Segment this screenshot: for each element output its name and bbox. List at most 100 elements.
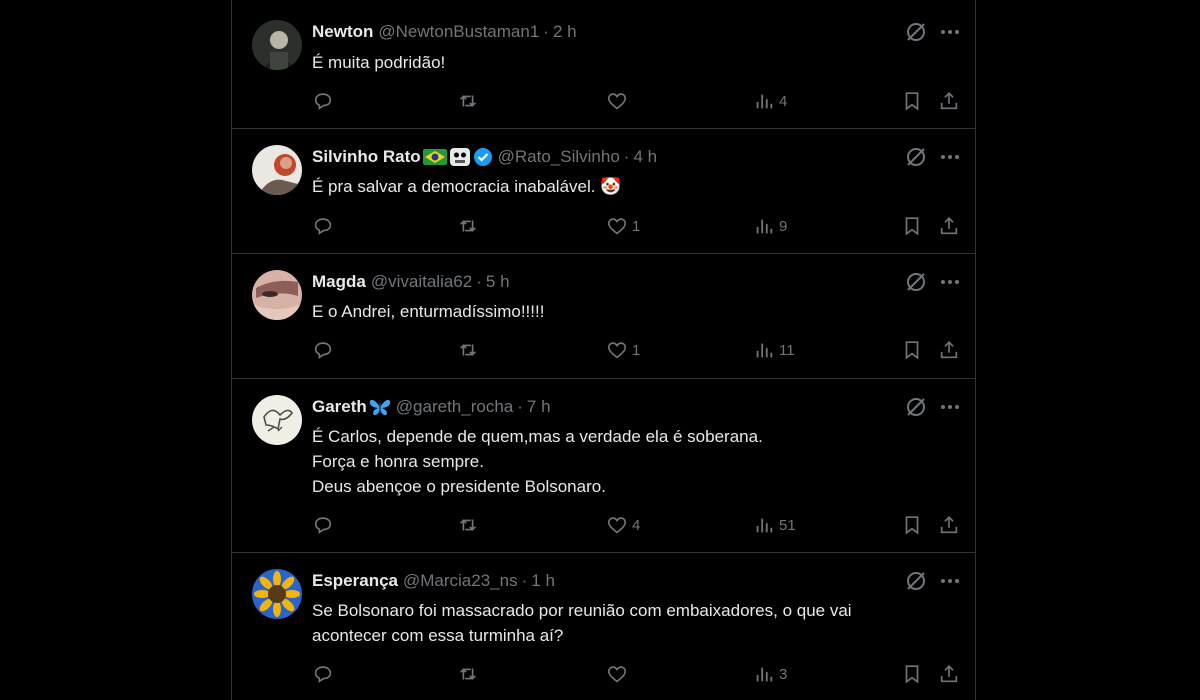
author-name[interactable]: Magda: [312, 272, 366, 292]
retweet-icon: [457, 215, 479, 237]
verified-badge-icon[interactable]: [473, 147, 493, 167]
action-bar: 4 51: [312, 513, 962, 537]
grok-icon[interactable]: [904, 395, 928, 419]
view-count: 9: [779, 217, 788, 235]
retweet-icon: [457, 339, 479, 361]
reply-icon: [312, 514, 334, 536]
reply-button[interactable]: [312, 89, 338, 113]
tweet-time[interactable]: 7 h: [527, 397, 551, 417]
tweet-text: É muita podridão!: [312, 50, 952, 75]
retweet-icon: [457, 90, 479, 112]
author-handle[interactable]: @vivaitalia62: [371, 272, 472, 292]
author-name[interactable]: Gareth: [312, 397, 367, 417]
reply-icon: [312, 90, 334, 112]
reply-icon: [312, 215, 334, 237]
more-icon[interactable]: [938, 20, 962, 44]
retweet-button[interactable]: [457, 89, 483, 113]
views-button[interactable]: 3: [753, 662, 787, 686]
author-name[interactable]: Silvinho Rato: [312, 147, 421, 167]
views-icon: [753, 339, 775, 361]
share-button[interactable]: [938, 662, 960, 686]
action-bar: 3: [312, 662, 962, 686]
author-name[interactable]: Esperança: [312, 571, 398, 591]
avatar[interactable]: [252, 569, 302, 619]
reply-button[interactable]: [312, 513, 338, 537]
like-count: 1: [632, 341, 641, 359]
author-name[interactable]: Newton: [312, 22, 373, 42]
author-handle[interactable]: @Rato_Silvinho: [498, 147, 620, 167]
share-icon: [938, 514, 960, 536]
like-button[interactable]: 4: [606, 513, 640, 537]
share-button[interactable]: [938, 214, 960, 238]
bookmark-icon: [901, 90, 923, 112]
tweet[interactable]: Esperança @Marcia23_ns · 1 h Se Bolsonar…: [232, 553, 975, 700]
tweet-text-line: É Carlos, depende de quem,mas a verdade …: [312, 427, 763, 446]
butterfly-icon: [369, 397, 391, 417]
avatar[interactable]: [252, 395, 302, 445]
tweet-time[interactable]: 2 h: [553, 22, 577, 42]
bookmark-button[interactable]: [901, 513, 923, 537]
views-button[interactable]: 9: [753, 214, 787, 238]
tweet[interactable]: Silvinho Rato @Rato_Silvinho · 4 h É pra…: [232, 129, 975, 254]
views-button[interactable]: 4: [753, 89, 787, 113]
share-icon: [938, 663, 960, 685]
share-button[interactable]: [938, 513, 960, 537]
avatar[interactable]: [252, 270, 302, 320]
bookmark-button[interactable]: [901, 662, 923, 686]
bookmark-button[interactable]: [901, 89, 923, 113]
like-button[interactable]: 1: [606, 338, 640, 362]
tweet-text-line: É pra salvar a democracia inabalável. 🤡: [312, 177, 622, 196]
skull-emblem-icon: [449, 147, 471, 167]
author-handle[interactable]: @NewtonBustaman1: [378, 22, 539, 42]
dot-separator: ·: [517, 397, 523, 416]
retweet-button[interactable]: [457, 214, 483, 238]
share-button[interactable]: [938, 338, 960, 362]
tweet-text-line: Se Bolsonaro foi massacrado por reunião …: [312, 601, 852, 620]
bookmark-button[interactable]: [901, 214, 923, 238]
retweet-button[interactable]: [457, 662, 483, 686]
grok-icon[interactable]: [904, 569, 928, 593]
dot-separator: ·: [543, 22, 549, 41]
tweet[interactable]: Magda @vivaitalia62 · 5 h E o Andrei, en…: [232, 254, 975, 379]
tweet-text: Se Bolsonaro foi massacrado por reunião …: [312, 598, 952, 648]
grok-icon[interactable]: [904, 20, 928, 44]
tweet-text-line: acontecer com essa turminha aí?: [312, 626, 564, 645]
reply-button[interactable]: [312, 338, 338, 362]
more-icon[interactable]: [938, 569, 962, 593]
reply-button[interactable]: [312, 214, 338, 238]
avatar[interactable]: [252, 20, 302, 70]
author-handle[interactable]: @Marcia23_ns: [403, 571, 518, 591]
retweet-button[interactable]: [457, 513, 483, 537]
more-icon[interactable]: [938, 395, 962, 419]
views-button[interactable]: 11: [753, 338, 795, 362]
avatar[interactable]: [252, 145, 302, 195]
grok-icon[interactable]: [904, 270, 928, 294]
retweet-button[interactable]: [457, 338, 483, 362]
reply-button[interactable]: [312, 662, 338, 686]
tweet-time[interactable]: 5 h: [486, 272, 510, 292]
author-handle[interactable]: @gareth_rocha: [396, 397, 513, 417]
views-icon: [753, 663, 775, 685]
like-icon: [606, 215, 628, 237]
like-button[interactable]: [606, 662, 632, 686]
tweet-time[interactable]: 1 h: [531, 571, 555, 591]
views-icon: [753, 90, 775, 112]
bookmark-icon: [901, 339, 923, 361]
dot-separator: ·: [623, 147, 630, 166]
share-button[interactable]: [938, 89, 960, 113]
like-icon: [606, 663, 628, 685]
bookmark-button[interactable]: [901, 338, 923, 362]
like-count: 4: [632, 516, 641, 534]
tweet-time[interactable]: 4 h: [633, 147, 657, 167]
like-button[interactable]: 1: [606, 214, 640, 238]
share-icon: [938, 339, 960, 361]
grok-icon[interactable]: [904, 145, 928, 169]
more-icon[interactable]: [938, 145, 962, 169]
reply-icon: [312, 339, 334, 361]
views-button[interactable]: 51: [753, 513, 796, 537]
like-button[interactable]: [606, 89, 632, 113]
more-icon[interactable]: [938, 270, 962, 294]
tweet[interactable]: Gareth @gareth_rocha · 7 h É Carlos, dep…: [232, 379, 975, 553]
views-icon: [753, 514, 775, 536]
tweet[interactable]: Newton @NewtonBustaman1 · 2 h É muita po…: [232, 0, 975, 129]
